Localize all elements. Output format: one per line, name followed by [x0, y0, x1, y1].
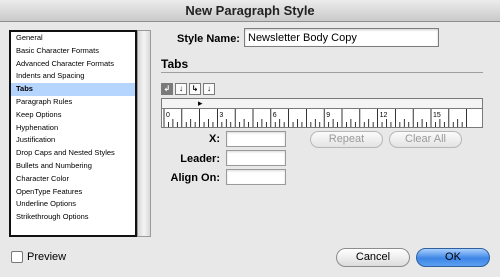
sidebar-item-basic-character-formats[interactable]: Basic Character Formats: [11, 45, 135, 58]
sidebar-item-drop-caps-and-nested-styles[interactable]: Drop Caps and Nested Styles: [11, 147, 135, 160]
sidebar-item-indents-and-spacing[interactable]: Indents and Spacing: [11, 70, 135, 83]
window-title: New Paragraph Style: [0, 0, 500, 22]
ruler-label: 12: [380, 112, 388, 119]
sidebar-item-hyphenation[interactable]: Hyphenation: [11, 122, 135, 135]
decimal-tab-icon[interactable]: ↓: [203, 83, 215, 95]
preview-label: Preview: [27, 251, 67, 263]
sidebar-item-justification[interactable]: Justification: [11, 134, 135, 147]
ruler-label: 15: [433, 112, 441, 119]
x-input[interactable]: [226, 131, 286, 147]
x-label: X:: [209, 133, 220, 145]
sidebar-scrollbar[interactable]: [137, 30, 151, 237]
sidebar-item-tabs[interactable]: Tabs: [11, 83, 135, 96]
ruler-ticks: 0 3 6 9 12 15: [163, 109, 468, 127]
style-name-label: Style Name:: [177, 33, 240, 45]
preview-checkbox[interactable]: [11, 251, 23, 263]
align-on-input[interactable]: [226, 169, 286, 185]
tab-ruler[interactable]: 0 3 6 9 12 15: [161, 108, 483, 128]
sidebar-item-advanced-character-formats[interactable]: Advanced Character Formats: [11, 58, 135, 71]
repeat-button[interactable]: Repeat: [310, 131, 383, 148]
sidebar-item-underline-options[interactable]: Underline Options: [11, 198, 135, 211]
right-tab-icon[interactable]: ↳: [189, 83, 201, 95]
sidebar-item-strikethrough-options[interactable]: Strikethrough Options: [11, 211, 135, 224]
style-category-list[interactable]: General Basic Character Formats Advanced C…: [9, 30, 137, 237]
sidebar-item-character-color[interactable]: Character Color: [11, 173, 135, 186]
section-divider: [161, 72, 483, 73]
clear-all-button[interactable]: Clear All: [389, 131, 462, 148]
ruler-label: 9: [326, 112, 330, 119]
center-tab-icon[interactable]: ↓: [175, 83, 187, 95]
sidebar-item-paragraph-rules[interactable]: Paragraph Rules: [11, 96, 135, 109]
tab-stop-marker-icon[interactable]: ▸: [198, 99, 203, 108]
align-on-label: Align On:: [170, 172, 221, 184]
tabs-section-title: Tabs: [161, 57, 189, 71]
ok-button[interactable]: OK: [416, 248, 490, 267]
cancel-button[interactable]: Cancel: [336, 248, 410, 267]
sidebar-item-general[interactable]: General: [11, 32, 135, 45]
ruler-label: 6: [273, 112, 277, 119]
leader-label: Leader:: [180, 153, 220, 165]
left-tab-icon[interactable]: ↲: [161, 83, 173, 95]
sidebar-item-opentype-features[interactable]: OpenType Features: [11, 186, 135, 199]
ruler-label: 0: [166, 112, 170, 119]
style-name-input[interactable]: [244, 28, 439, 47]
sidebar-item-keep-options[interactable]: Keep Options: [11, 109, 135, 122]
sidebar-item-bullets-and-numbering[interactable]: Bullets and Numbering: [11, 160, 135, 173]
leader-input[interactable]: [226, 150, 286, 166]
ruler-label: 3: [219, 112, 223, 119]
